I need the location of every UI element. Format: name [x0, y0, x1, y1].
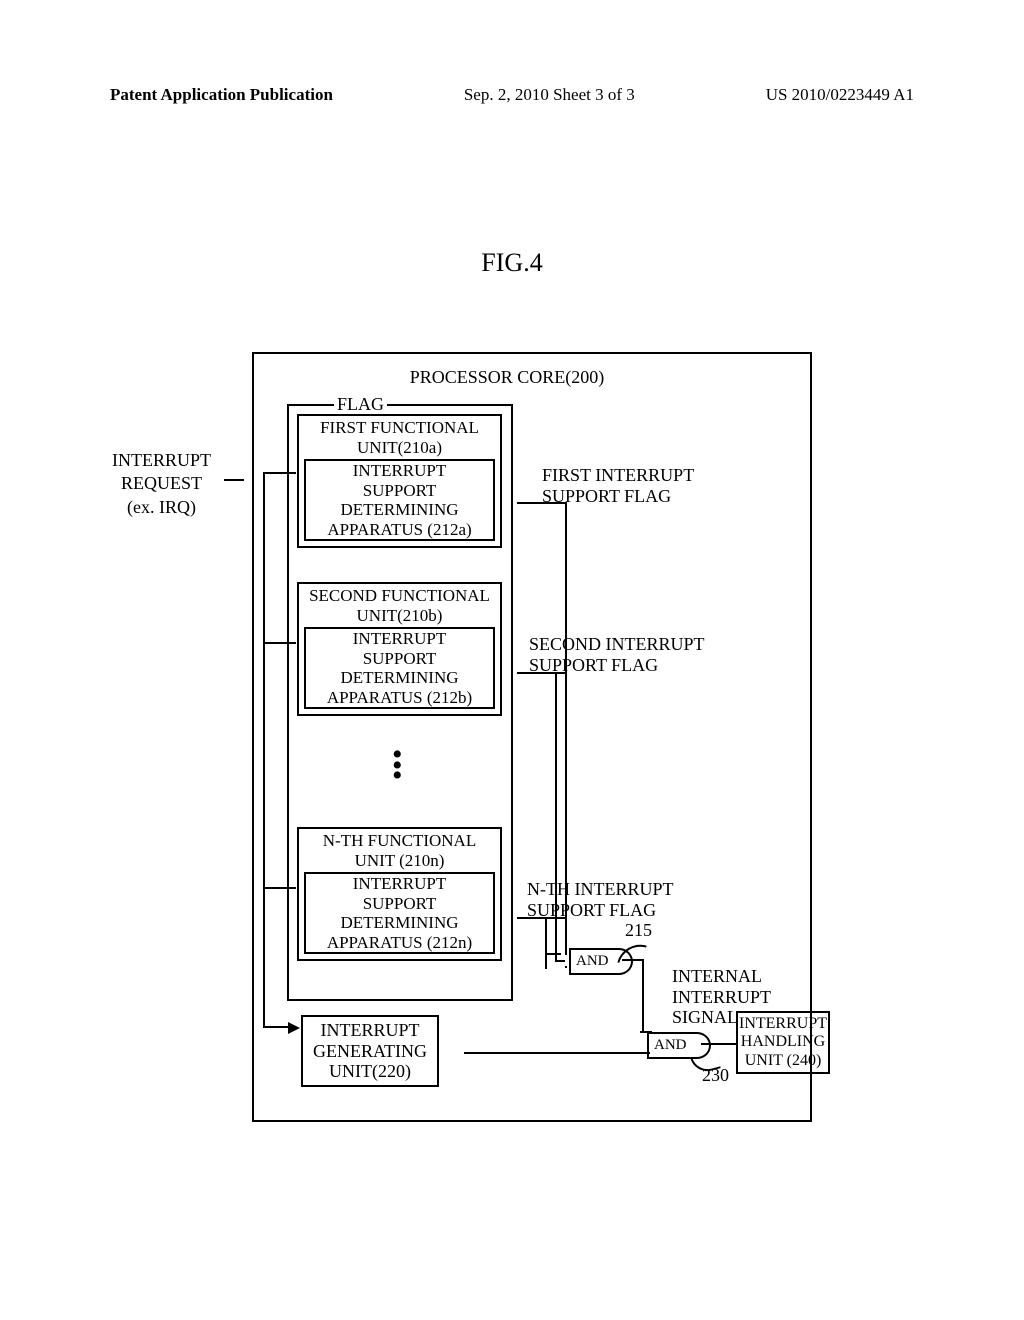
- ref-215: 215: [625, 920, 652, 941]
- fu2-title: SECOND FUNCTIONAL UNIT(210b): [299, 584, 500, 627]
- and-gate-2: AND: [647, 1032, 697, 1059]
- flagn-text: N-TH INTERRUPT SUPPORT FLAG: [527, 879, 674, 920]
- fu2-apparatus: INTERRUPT SUPPORT DETERMINING APPARATUS …: [304, 627, 495, 709]
- ihu-box: INTERRUPT HANDLING UNIT (240): [736, 1011, 830, 1074]
- interrupt-generating-unit: INTERRUPT GENERATING UNIT(220): [301, 1015, 439, 1087]
- figure-title: FIG.4: [481, 248, 542, 278]
- fun-title: N-TH FUNCTIONAL UNIT (210n): [299, 829, 500, 872]
- vertical-dots-icon: •••: [392, 750, 403, 782]
- irq-to-igen-h: [263, 1026, 291, 1028]
- interrupt-handling-unit: INTERRUPT HANDLING UNIT (240): [736, 1011, 830, 1074]
- irq-bus-v: [263, 472, 265, 1028]
- flag1-text: FIRST INTERRUPT SUPPORT FLAG: [542, 465, 694, 506]
- igen-box: INTERRUPT GENERATING UNIT(220): [301, 1015, 439, 1087]
- fu1-apparatus: INTERRUPT SUPPORT DETERMINING APPARATUS …: [304, 459, 495, 541]
- int-signal-line: [622, 959, 644, 1033]
- and1-in-1: [545, 953, 561, 955]
- and2-label: AND: [654, 1037, 687, 1053]
- functional-unit-2: SECOND FUNCTIONAL UNIT(210b) INTERRUPT S…: [297, 582, 502, 716]
- processor-core-label: PROCESSOR CORE(200): [372, 367, 642, 388]
- fun-apparatus: INTERRUPT SUPPORT DETERMINING APPARATUS …: [304, 872, 495, 954]
- irq-arrow-igen: [288, 1022, 300, 1034]
- and1-label: AND: [576, 953, 609, 969]
- irq-label: INTERRUPT REQUEST (ex. IRQ): [112, 449, 211, 519]
- flag-group-label: FLAG: [334, 394, 387, 415]
- flag2-text: SECOND INTERRUPT SUPPORT FLAG: [529, 634, 705, 675]
- diagram: PROCESSOR CORE(200) INTERRUPT REQUEST (e…: [252, 352, 817, 1126]
- irq-line: [224, 479, 244, 481]
- header-center: Sep. 2, 2010 Sheet 3 of 3: [464, 85, 635, 105]
- flagn-vline: [545, 917, 547, 969]
- and2-to-ihu-line: [701, 1043, 736, 1045]
- functional-unit-n: N-TH FUNCTIONAL UNIT (210n) INTERRUPT SU…: [297, 827, 502, 961]
- page-header: Patent Application Publication Sep. 2, 2…: [0, 85, 1024, 105]
- igen-output-line: [464, 1052, 650, 1054]
- and1-in-3: [565, 966, 567, 968]
- and-gate-1: AND: [569, 948, 619, 975]
- functional-unit-1: FIRST FUNCTIONAL UNIT(210a) INTERRUPT SU…: [297, 414, 502, 548]
- fu1-title: FIRST FUNCTIONAL UNIT(210a): [299, 416, 500, 459]
- header-right: US 2010/0223449 A1: [766, 85, 914, 105]
- and1-in-2: [555, 960, 565, 962]
- header-left: Patent Application Publication: [110, 85, 333, 105]
